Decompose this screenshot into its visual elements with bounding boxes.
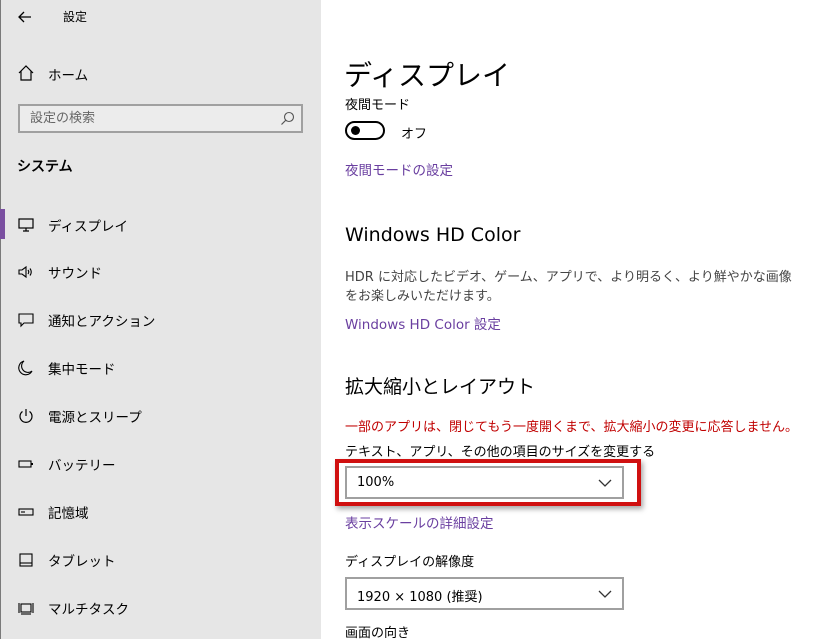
speaker-icon (18, 265, 32, 279)
page-title: ディスプレイ (344, 59, 511, 92)
night-mode-settings-link[interactable]: 夜間モードの設定 (345, 159, 453, 179)
tablet-icon (19, 553, 33, 567)
night-mode-toggle[interactable] (345, 121, 385, 140)
scale-label: テキスト、アプリ、その他の項目のサイズを変更する (345, 445, 656, 460)
sidebar-item-notifications[interactable]: 通知とアクション (0, 300, 321, 340)
search-box[interactable] (18, 104, 303, 133)
resolution-value: 1920 × 1080 (推奨) (357, 590, 483, 605)
search-icon[interactable] (280, 111, 295, 126)
scale-layout-heading: 拡大縮小とレイアウト (345, 376, 536, 398)
sidebar: 設定 ホーム システム ディスプレイ サウンド 通知とアクション (0, 0, 321, 639)
night-mode-state: オフ (401, 127, 428, 142)
sidebar-item-label: サウンド (48, 266, 102, 282)
title-bar: 設定 (0, 0, 321, 34)
scale-warning: 一部のアプリは、閉じてもう一度開くまで、拡大縮小の変更に応答しません。 (345, 420, 799, 435)
resolution-dropdown[interactable]: 1920 × 1080 (推奨) (345, 577, 624, 610)
sidebar-item-tablet[interactable]: タブレット (0, 540, 321, 580)
chevron-down-icon (598, 590, 612, 598)
sidebar-item-label: バッテリー (48, 458, 116, 474)
main-content: ディスプレイ 夜間モード オフ 夜間モードの設定 Windows HD Colo… (321, 0, 830, 641)
sidebar-item-home[interactable]: ホーム (0, 58, 321, 88)
sidebar-item-battery[interactable]: バッテリー (0, 444, 321, 484)
sidebar-item-display[interactable]: ディスプレイ (0, 205, 321, 245)
sidebar-item-label: タブレット (48, 554, 116, 570)
notification-icon (18, 313, 34, 328)
sidebar-item-label: ホーム (48, 68, 89, 84)
hd-color-heading: Windows HD Color (345, 224, 521, 246)
hd-color-settings-link[interactable]: Windows HD Color 設定 (345, 313, 501, 333)
sidebar-item-multitasking[interactable]: マルチタスク (0, 588, 321, 628)
sidebar-item-label: 記憶域 (48, 506, 89, 522)
orientation-label: 画面の向き (345, 626, 411, 641)
power-icon (19, 409, 33, 423)
moon-icon (18, 360, 33, 376)
sidebar-item-label: ディスプレイ (48, 219, 129, 235)
sidebar-item-label: 集中モード (48, 362, 116, 378)
search-input[interactable] (20, 106, 280, 131)
storage-icon (18, 508, 34, 516)
advanced-scaling-link[interactable]: 表示スケールの詳細設定 (345, 512, 494, 532)
battery-icon (18, 460, 33, 468)
monitor-icon (18, 218, 34, 232)
sidebar-item-label: マルチタスク (48, 602, 129, 618)
sidebar-item-label: 電源とスリープ (48, 410, 142, 426)
section-title: システム (17, 159, 73, 175)
home-icon (18, 65, 34, 81)
sidebar-item-power[interactable]: 電源とスリープ (0, 396, 321, 436)
hd-color-description: HDR に対応したビデオ、ゲーム、アプリで、より明るく、より鮮やかな画像をお楽し… (345, 270, 792, 304)
resolution-label: ディスプレイの解像度 (345, 555, 475, 570)
app-title: 設定 (63, 10, 88, 24)
multitask-icon (18, 603, 34, 615)
back-arrow-icon[interactable] (14, 6, 36, 28)
highlight-box (335, 459, 641, 506)
sidebar-item-label: 通知とアクション (48, 314, 156, 330)
toggle-knob (351, 126, 360, 135)
sidebar-item-sound[interactable]: サウンド (0, 252, 321, 292)
night-mode-label: 夜間モード (345, 98, 411, 113)
sidebar-item-focus-assist[interactable]: 集中モード (0, 348, 321, 388)
sidebar-item-storage[interactable]: 記憶域 (0, 492, 321, 532)
